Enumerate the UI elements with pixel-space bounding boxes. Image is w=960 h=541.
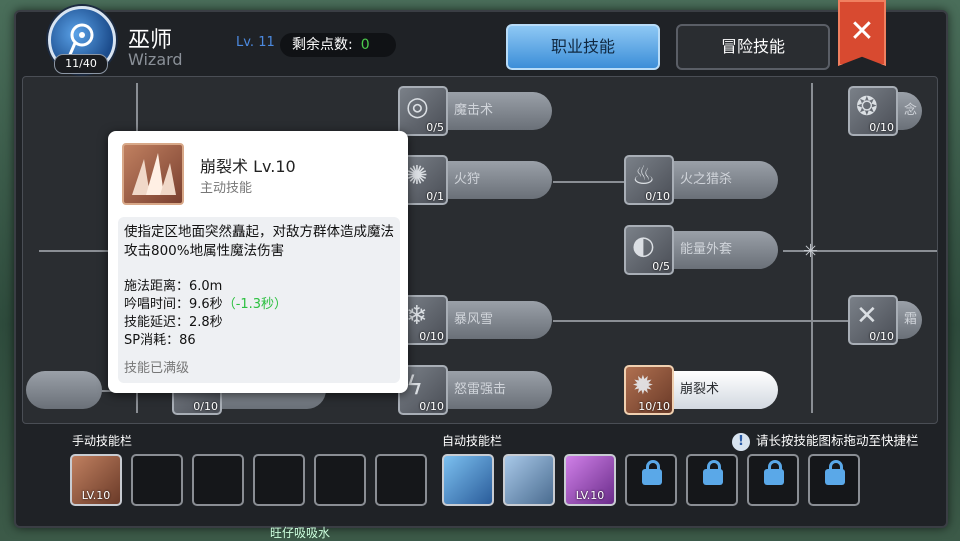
skill-name: 魔击术 <box>454 103 494 118</box>
skill-name: 暴风雪 <box>454 312 494 327</box>
magic-strike-icon[interactable]: ◎ 0/5 <box>398 86 448 136</box>
tree-connector <box>553 320 853 322</box>
points-value: 0 <box>360 37 370 53</box>
job-name-en: Wizard <box>128 50 183 69</box>
sense-icon[interactable]: ❂ 0/10 <box>848 86 898 136</box>
skill-level: 10/10 <box>638 400 670 413</box>
tooltip-skill-name: 崩裂术 Lv.10 <box>200 157 296 176</box>
tooltip-description: 使指定区地面突然矗起，对敌方群体造成魔法攻击800%地属性魔法伤害 <box>124 224 394 259</box>
earth-spike-icon[interactable]: ✹ 10/10 <box>624 365 674 415</box>
lock-icon <box>825 460 845 485</box>
skill-name: 崩裂术 <box>680 382 720 397</box>
info-icon: ! <box>732 433 750 451</box>
tab-job-skills[interactable]: 职业技能 <box>506 24 660 70</box>
tab-adventure-skills[interactable]: 冒险技能 <box>676 24 830 70</box>
skill-name: 念 <box>904 103 918 118</box>
skill-level: 0/10 <box>869 121 894 134</box>
class-progress: 11/40 <box>54 54 108 74</box>
auto-slot-locked[interactable] <box>808 454 860 506</box>
skill-level: 0/10 <box>419 400 444 413</box>
manual-bar-label: 手动技能栏 <box>72 434 133 448</box>
tooltip-body: 使指定区地面突然矗起，对敌方群体造成魔法攻击800%地属性魔法伤害 施法距离：6… <box>118 217 400 383</box>
earth-spike-icon <box>122 143 184 205</box>
background-player-name: 旺仔吸吸水 <box>270 526 331 540</box>
skill-name: 怒雷强击 <box>454 382 507 397</box>
fire-slaughter-icon[interactable]: ♨ 0/10 <box>624 155 674 205</box>
skill-level: 0/10 <box>645 190 670 203</box>
tree-connector <box>553 181 633 183</box>
manual-slot-2[interactable] <box>131 454 183 506</box>
skill-name: 火之猎杀 <box>680 172 733 187</box>
manual-slot-1[interactable]: LV.10 <box>70 454 122 506</box>
manual-slot-3[interactable] <box>192 454 244 506</box>
tooltip-sp-cost: SP消耗：86 <box>124 333 196 348</box>
tooltip-cast-range: 施法距离：6.0m <box>124 279 223 294</box>
auto-slot-locked[interactable] <box>747 454 799 506</box>
tooltip-skill-type: 主动技能 <box>200 181 253 196</box>
skill-name: 霜 <box>904 312 918 327</box>
skill-level: 0/10 <box>869 330 894 343</box>
sword-attack-icon[interactable] <box>442 454 494 506</box>
skill-level: 0/5 <box>426 121 444 134</box>
tooltip-max-note: 技能已满级 <box>124 361 190 376</box>
cross-shield-icon[interactable] <box>503 454 555 506</box>
lock-icon <box>703 460 723 485</box>
lock-icon <box>642 460 662 485</box>
points-label: 剩余点数: <box>292 37 353 53</box>
frost-icon[interactable]: ✕ 0/10 <box>848 295 898 345</box>
arrow-burst-icon[interactable]: LV.10 <box>564 454 616 506</box>
close-button[interactable]: ✕ <box>838 0 886 66</box>
manual-slot-6[interactable] <box>375 454 427 506</box>
lock-icon <box>764 460 784 485</box>
chant-time-value: 吟唱时间：9.6秒 <box>124 297 223 312</box>
skill-level: 0/10 <box>419 330 444 343</box>
skill-level: 0/1 <box>426 190 444 203</box>
hint-text: 请长按技能图标拖动至快捷栏 <box>756 433 919 448</box>
manual-slot-4[interactable] <box>253 454 305 506</box>
skill-name: 火狩 <box>454 172 481 187</box>
skill-node-offscreen[interactable] <box>26 371 102 409</box>
energy-coat-icon[interactable]: ◐ 0/5 <box>624 225 674 275</box>
skill-tooltip: 崩裂术 Lv.10 主动技能 使指定区地面突然矗起，对敌方群体造成魔法攻击800… <box>108 131 408 393</box>
auto-bar-label: 自动技能栏 <box>442 434 503 448</box>
slot-level: LV.10 <box>575 489 605 502</box>
slot-level: LV.10 <box>81 489 111 502</box>
skill-name: 能量外套 <box>680 242 733 257</box>
skill-level: 0/10 <box>193 400 218 413</box>
remaining-points: 剩余点数: 0 <box>280 33 396 57</box>
drag-hint: ! 请长按技能图标拖动至快捷栏 <box>732 430 919 451</box>
auto-slot-locked[interactable] <box>686 454 738 506</box>
skill-level: 0/5 <box>652 260 670 273</box>
tooltip-skill-delay: 技能延迟：2.8秒 <box>124 315 223 330</box>
tooltip-chant-time: 吟唱时间：9.6秒（-1.3秒） <box>124 293 287 312</box>
manual-slot-5[interactable] <box>314 454 366 506</box>
tree-node-star-icon: ✳ <box>803 241 819 262</box>
close-icon: ✕ <box>849 14 875 49</box>
chant-bonus: （-1.3秒） <box>222 297 288 312</box>
auto-slot-locked[interactable] <box>625 454 677 506</box>
job-level: Lv. 11 <box>236 35 275 50</box>
